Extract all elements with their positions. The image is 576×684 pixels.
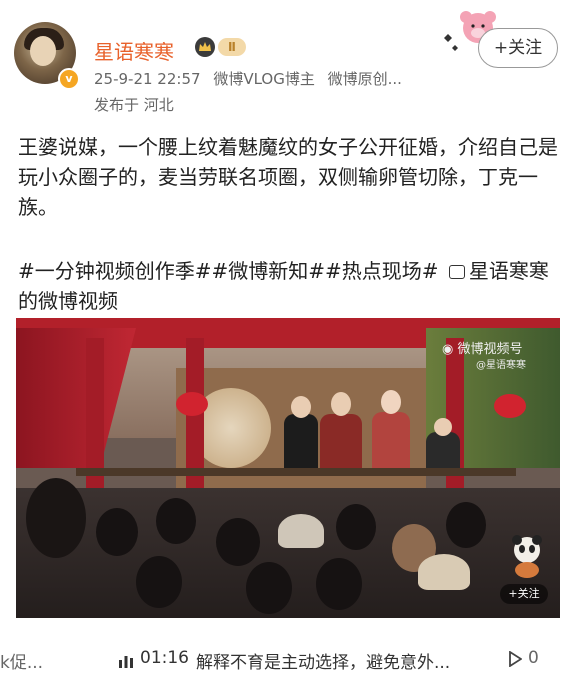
verified-badge: v (58, 68, 80, 90)
post-text: 王婆说媒，一个腰上纹着魅魔纹的女子公开征婚，介绍自己是玩小众圈子的，麦当劳联名项… (18, 135, 558, 219)
source-tag-original: 微博原创... (327, 70, 402, 88)
avatar-face (30, 36, 56, 66)
follow-button[interactable]: +关注 (478, 28, 558, 68)
performer-head (331, 392, 351, 416)
performer-head (291, 396, 311, 418)
post-location: 发布于 河北 (94, 96, 174, 114)
performer (372, 412, 410, 474)
crowd-head (446, 502, 486, 548)
audience-head (434, 418, 452, 436)
username[interactable]: 星语寒寒 (94, 36, 174, 65)
performer (320, 414, 362, 474)
performer-head (381, 390, 401, 414)
play-count: 0 (528, 648, 539, 668)
crowd-hat (278, 514, 324, 548)
red-bow (494, 394, 526, 418)
post-meta: 25-9-21 22:57 微博VLOG博主 微博原创... (94, 68, 410, 89)
video-follow-button[interactable]: +关注 (500, 584, 548, 604)
crown-icon (195, 37, 215, 57)
crowd-head (246, 562, 292, 614)
video-watermark: ◉ 微博视频号 (442, 342, 523, 357)
topic-tags[interactable]: #一分钟视频创作季##微博新知##热点现场# (18, 259, 439, 283)
crowd-head (26, 478, 86, 558)
stage-pillar (86, 338, 104, 508)
post-time: 25-9-21 22:57 (94, 70, 201, 88)
next-video-title[interactable]: 解释不育是主动选择，避免意外... (196, 648, 450, 673)
video-duration: 01:16 (140, 648, 189, 668)
crowd-head (156, 498, 196, 544)
performer (284, 414, 318, 474)
previous-title[interactable]: k促... (0, 648, 43, 673)
red-curtain (16, 328, 136, 468)
level-badge: Ⅱ (218, 38, 246, 56)
play-icon[interactable] (508, 651, 522, 667)
source-tag-vlog: 微博VLOG博主 (213, 70, 315, 88)
red-bow (176, 392, 208, 416)
weibo-logo-icon: ◉ (442, 342, 454, 357)
crowd-head (336, 504, 376, 550)
video-watermark-user: @星语寒寒 (476, 360, 526, 371)
panda-sticker (512, 535, 542, 578)
crowd-head (136, 556, 182, 608)
stage-railing (76, 468, 516, 476)
video-icon (448, 265, 465, 279)
audio-bars-icon (119, 656, 133, 668)
stage-pillar (186, 338, 204, 508)
crowd-hat (418, 554, 470, 590)
post-tags: #一分钟视频创作季##微博新知##热点现场# 星语寒寒的微博视频 (18, 256, 558, 316)
crowd-head (316, 558, 362, 610)
crowd-head (96, 508, 138, 556)
crowd-head (216, 518, 260, 566)
